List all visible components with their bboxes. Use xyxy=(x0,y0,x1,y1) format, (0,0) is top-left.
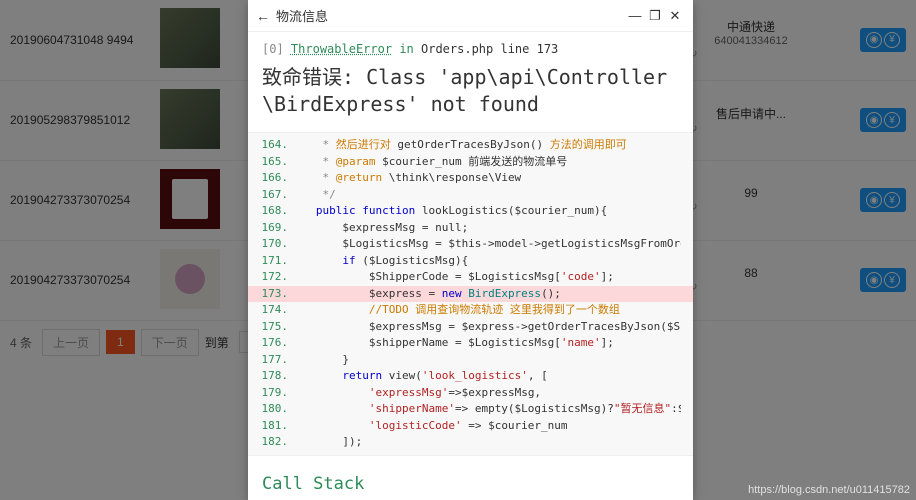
line-number: 178. xyxy=(260,368,288,385)
error-type-link[interactable]: ThrowableError xyxy=(291,42,392,56)
watermark: https://blog.csdn.net/u011415782 xyxy=(748,484,910,496)
line-number: 180. xyxy=(260,401,288,418)
code-line: 177. } xyxy=(248,352,693,369)
line-number: 166. xyxy=(260,170,288,187)
line-number: 170. xyxy=(260,236,288,253)
code-line: 167. */ xyxy=(248,187,693,204)
code-block: 164. * 然后进行对 getOrderTracesByJson() 方法的调… xyxy=(248,132,693,456)
code-line: 174. //TODO 调用查询物流轨迹 这里我得到了一个数组 xyxy=(248,302,693,319)
line-number: 164. xyxy=(260,137,288,154)
close-icon[interactable]: ✕ xyxy=(665,8,685,24)
error-message: 致命错误: Class 'app\api\Controller\BirdExpr… xyxy=(262,64,679,118)
code-line: 181. 'logisticCode' => $courier_num xyxy=(248,418,693,435)
code-line: 171. if ($LogisticsMsg){ xyxy=(248,253,693,270)
code-line: 165. * @param $courier_num 前端发送的物流单号 xyxy=(248,154,693,171)
logistics-modal: ← 物流信息 — ❐ ✕ [0] ThrowableError in Order… xyxy=(248,0,693,500)
code-line: 178. return view('look_logistics', [ xyxy=(248,368,693,385)
line-number: 177. xyxy=(260,352,288,369)
code-line: 173. $express = new BirdExpress(); xyxy=(248,286,693,303)
line-number: 165. xyxy=(260,154,288,171)
code-line: 168. public function lookLogistics($cour… xyxy=(248,203,693,220)
line-number: 171. xyxy=(260,253,288,270)
code-line: 166. * @return \think\response\View xyxy=(248,170,693,187)
line-number: 182. xyxy=(260,434,288,451)
call-stack: Call Stack 1.in Orders.php line 1732.at … xyxy=(262,474,679,500)
code-line: 176. $shipperName = $LogisticsMsg['name'… xyxy=(248,335,693,352)
line-number: 179. xyxy=(260,385,288,402)
line-number: 175. xyxy=(260,319,288,336)
call-stack-title: Call Stack xyxy=(262,474,679,494)
error-location: [0] ThrowableError in Orders.php line 17… xyxy=(262,42,679,56)
code-line: 182. ]); xyxy=(248,434,693,451)
code-line: 170. $LogisticsMsg = $this->model->getLo… xyxy=(248,236,693,253)
code-line: 180. 'shipperName'=> empty($LogisticsMsg… xyxy=(248,401,693,418)
line-number: 176. xyxy=(260,335,288,352)
code-line: 172. $ShipperCode = $LogisticsMsg['code'… xyxy=(248,269,693,286)
line-number: 172. xyxy=(260,269,288,286)
line-number: 168. xyxy=(260,203,288,220)
code-line: 164. * 然后进行对 getOrderTracesByJson() 方法的调… xyxy=(248,137,693,154)
line-number: 174. xyxy=(260,302,288,319)
code-line: 179. 'expressMsg'=>$expressMsg, xyxy=(248,385,693,402)
minimize-icon[interactable]: — xyxy=(625,8,645,23)
modal-title: 物流信息 xyxy=(276,6,625,25)
line-number: 181. xyxy=(260,418,288,435)
line-number: 173. xyxy=(260,286,288,303)
line-number: 169. xyxy=(260,220,288,237)
line-number: 167. xyxy=(260,187,288,204)
modal-body[interactable]: [0] ThrowableError in Orders.php line 17… xyxy=(248,32,693,500)
code-line: 169. $expressMsg = null; xyxy=(248,220,693,237)
code-line: 175. $expressMsg = $express->getOrderTra… xyxy=(248,319,693,336)
maximize-icon[interactable]: ❐ xyxy=(645,8,665,24)
modal-header: ← 物流信息 — ❐ ✕ xyxy=(248,0,693,32)
back-icon[interactable]: ← xyxy=(256,8,270,24)
